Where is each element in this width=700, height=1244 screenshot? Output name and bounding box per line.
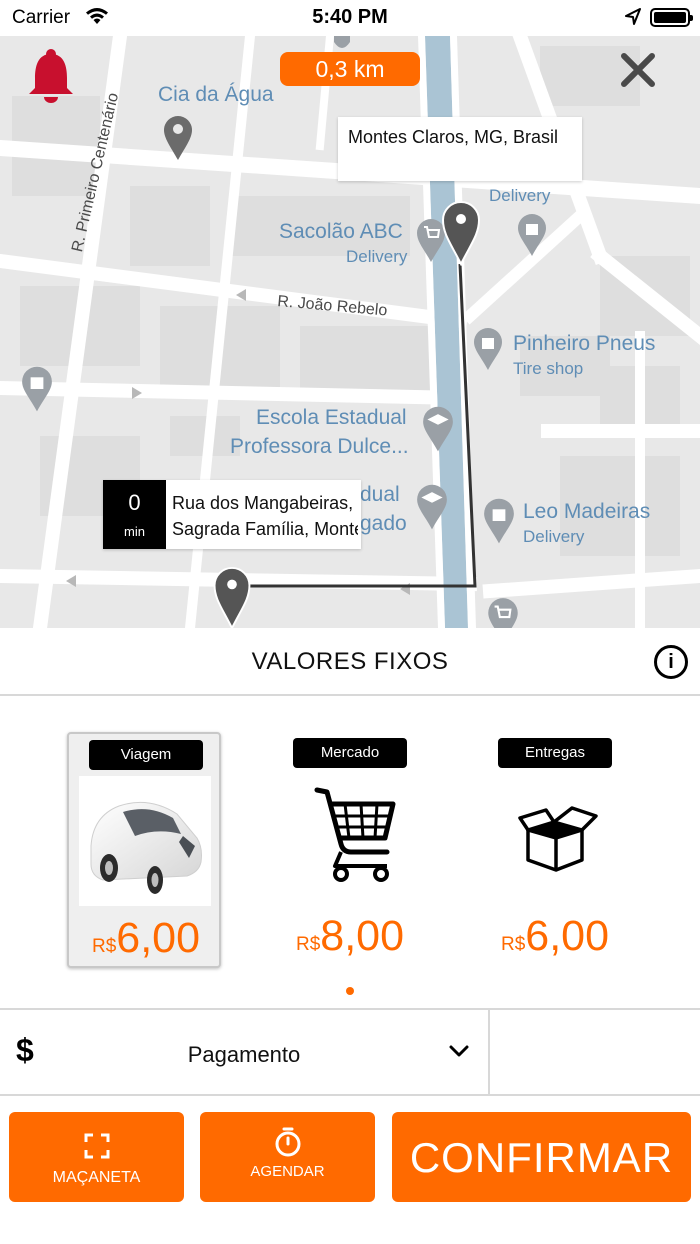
origin-address: Rua dos Mangabeiras, 119, Sagrada Famíli… — [172, 490, 358, 542]
map-label-sacolao-sub: Delivery — [346, 247, 408, 266]
action-bar: MAÇANETA AGENDAR CONFIRMAR — [0, 1098, 700, 1244]
map-label-pinheiro: Pinheiro Pneus — [513, 332, 656, 355]
price-value: 8,00 — [320, 912, 404, 960]
service-options: Viagem R$6,00 Mercado R$8,00 Entregas R$… — [0, 696, 700, 1010]
destination-address: Montes Claros, MG, Brasil — [348, 127, 559, 147]
shopping-cart-icon — [283, 774, 415, 904]
shopping-bag-pin-icon — [22, 366, 52, 412]
battery-icon — [650, 8, 693, 27]
payment-label: Pagamento — [187, 1042, 301, 1067]
origin-address-line2: Sagrada Família, Montes — [172, 519, 358, 539]
location-arrow-icon — [625, 8, 641, 25]
schedule-button[interactable]: AGENDAR — [200, 1112, 375, 1202]
eta-box: 0 min — [103, 480, 166, 549]
option-price: R$8,00 — [273, 912, 427, 961]
price-value: 6,00 — [116, 914, 200, 962]
shopping-bag-pin-icon — [484, 498, 514, 544]
notification-bell-icon[interactable] — [26, 48, 76, 104]
school-pin-icon — [417, 484, 447, 530]
origin-address-line1: Rua dos Mangabeiras, 119, — [172, 493, 358, 513]
option-price: R$6,00 — [478, 912, 632, 961]
payment-selector[interactable]: $ Pagamento — [0, 1010, 700, 1096]
map-label-delivery: Delivery — [489, 186, 551, 205]
map-label-leo: Leo Madeiras — [523, 500, 651, 523]
destination-callout[interactable]: Montes Claros, MG, Brasil — [338, 117, 582, 181]
option-tag: Viagem — [89, 740, 203, 770]
car-image — [79, 776, 211, 906]
handle-label: MAÇANETA — [52, 1169, 141, 1186]
shopping-bag-pin-icon — [518, 214, 546, 256]
route-map[interactable]: Cia da Água R. Primeiro Centenário Sacol… — [0, 36, 700, 628]
option-viagem[interactable]: Viagem R$6,00 — [67, 732, 221, 968]
origin-callout[interactable]: 0 min Rua dos Mangabeiras, 119, Sagrada … — [103, 480, 361, 549]
eta-unit: min — [124, 524, 145, 539]
map-label-cia-da-agua: Cia da Água — [158, 83, 274, 106]
map-label-gado-partial: gado — [360, 512, 407, 535]
price-currency: R$ — [296, 934, 321, 955]
shopping-cart-pin-icon — [488, 598, 518, 628]
option-price: R$6,00 — [69, 914, 223, 963]
map-label-sacolao: Sacolão ABC — [279, 220, 403, 243]
sheet-title: VALORES FIXOS — [251, 648, 449, 675]
destination-pin-icon[interactable] — [441, 200, 481, 266]
chevron-down-icon — [449, 1045, 469, 1057]
schedule-label: AGENDAR — [250, 1163, 325, 1180]
scan-frame-icon — [84, 1133, 109, 1159]
option-tag: Entregas — [498, 738, 612, 768]
price-currency: R$ — [501, 934, 526, 955]
confirm-label: CONFIRMAR — [409, 1134, 674, 1181]
map-label-estadual-partial: dual — [360, 483, 400, 506]
status-bar: Carrier 5:40 PM — [0, 0, 700, 36]
map-label-escola-line2: Professora Dulce... — [230, 435, 409, 458]
school-pin-icon — [423, 406, 453, 452]
close-icon[interactable] — [618, 50, 658, 90]
info-icon[interactable]: i — [654, 645, 688, 679]
screen: Carrier 5:40 PM Cia da Água R. Primeiro … — [0, 0, 700, 1244]
divider — [488, 1010, 490, 1096]
map-pin-icon — [164, 116, 192, 160]
option-entregas[interactable]: Entregas R$6,00 — [478, 732, 632, 968]
sheet-header: VALORES FIXOS i — [0, 628, 700, 696]
map-label-escola-line1: Escola Estadual — [256, 406, 407, 429]
price-currency: R$ — [92, 936, 117, 957]
clock: 5:40 PM — [312, 6, 388, 28]
map-label-leo-sub: Delivery — [523, 527, 585, 546]
price-value: 6,00 — [525, 912, 609, 960]
confirm-button[interactable]: CONFIRMAR — [392, 1112, 691, 1202]
option-tag: Mercado — [293, 738, 407, 768]
eta-value: 0 — [128, 490, 141, 515]
shopping-bag-pin-icon — [474, 328, 502, 370]
handle-button[interactable]: MAÇANETA — [9, 1112, 184, 1202]
origin-pin-icon[interactable] — [211, 566, 253, 628]
distance-badge: 0,3 km — [280, 52, 420, 86]
stopwatch-icon — [275, 1127, 300, 1157]
open-box-icon — [488, 774, 620, 904]
map-label-pinheiro-sub: Tire shop — [513, 359, 584, 378]
page-indicator-dot — [346, 987, 354, 995]
option-mercado[interactable]: Mercado R$8,00 — [273, 732, 427, 968]
